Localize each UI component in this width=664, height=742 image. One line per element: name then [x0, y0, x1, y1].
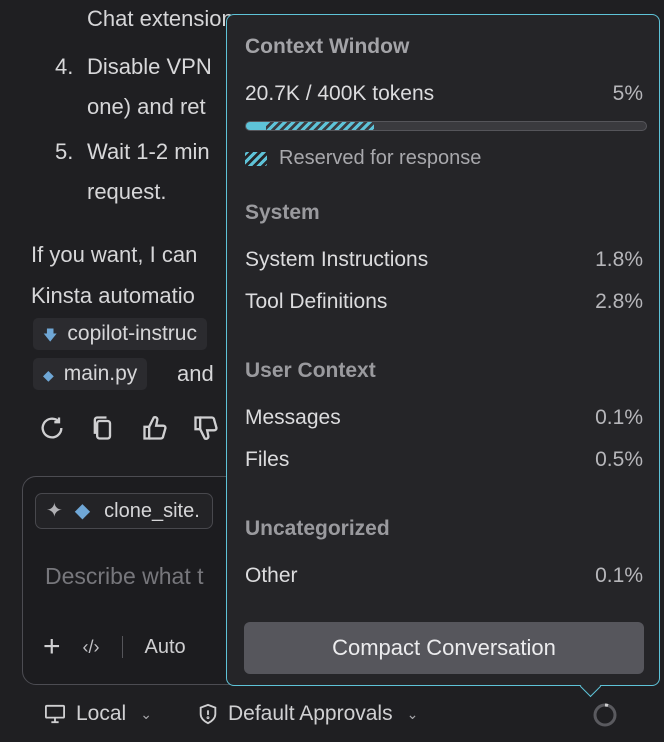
input-toolbar: + ‹/› Auto — [43, 627, 186, 667]
chevron-down-icon: ⌄ — [140, 705, 152, 722]
status-bar: Local ⌄ Default Approvals ⌄ — [0, 694, 664, 736]
code-icon[interactable]: ‹/› — [83, 637, 100, 658]
tokens-row: 20.7K / 400K tokens 5% — [245, 82, 643, 106]
usage-row-value: 0.1% — [595, 406, 643, 429]
pin-icon[interactable]: ✦ — [46, 500, 63, 522]
file-reference-label: main.py — [63, 362, 138, 385]
divider — [121, 636, 123, 658]
usage-row: Messages 0.1% — [245, 406, 643, 430]
file-reference-label: copilot-instruc — [67, 322, 197, 345]
usage-row: System Instructions 1.8% — [245, 248, 643, 272]
reserved-swatch — [245, 151, 267, 166]
usage-row: Files 0.5% — [245, 448, 643, 472]
mode-selector[interactable]: Auto — [145, 636, 186, 659]
paragraph-line: If you want, I can — [31, 242, 198, 267]
monitor-icon — [45, 704, 65, 724]
thumbs-down-icon[interactable] — [192, 414, 222, 444]
paragraph-line: Kinsta automatio — [31, 283, 195, 308]
usage-reserved-fill — [266, 122, 374, 130]
copy-icon[interactable] — [89, 414, 119, 444]
context-usage-bar — [245, 121, 647, 131]
list-item-5-line2: request. — [87, 179, 167, 204]
usage-row-label: Tool Definitions — [245, 290, 388, 313]
compact-conversation-button[interactable]: Compact Conversation — [244, 622, 644, 674]
usage-row-label: Other — [245, 564, 298, 587]
context-usage-ring-icon[interactable] — [592, 702, 618, 728]
section-title-uncategorized: Uncategorized — [245, 517, 390, 540]
usage-row-value: 0.1% — [595, 564, 643, 587]
chevron-down-icon: ⌄ — [406, 705, 419, 722]
thumbs-up-icon[interactable] — [141, 414, 171, 444]
usage-used-fill — [246, 122, 266, 130]
section-title-user-context: User Context — [245, 359, 376, 382]
add-icon[interactable]: + — [43, 630, 61, 664]
list-number: 4. — [55, 54, 74, 79]
reserved-label: Reserved for response — [279, 147, 482, 169]
attached-file-chip[interactable]: ✦ ◆ clone_site. — [35, 493, 213, 529]
usage-row-value: 0.5% — [595, 448, 643, 471]
list-item-3-tail: Chat extensions — [87, 6, 245, 31]
usage-row-label: Messages — [245, 406, 341, 429]
list-item-4: 4. Disable VPN — [55, 46, 212, 88]
download-icon: 🡇 — [43, 327, 58, 343]
list-number: 5. — [55, 139, 74, 164]
tokens-label: 20.7K / 400K tokens — [245, 82, 435, 105]
retry-icon[interactable] — [38, 414, 68, 444]
context-window-popup: Context Window 20.7K / 400K tokens 5% Re… — [226, 14, 660, 698]
usage-row-label: System Instructions — [245, 248, 429, 271]
tokens-percent: 5% — [612, 82, 643, 105]
list-item-5: 5. Wait 1-2 min — [55, 131, 210, 173]
python-file-icon: ◆ — [43, 367, 54, 383]
section-title-system: System — [245, 201, 320, 224]
usage-row-value: 1.8% — [595, 248, 643, 271]
paragraph-text: and — [177, 361, 214, 386]
list-text: Disable VPN — [87, 54, 212, 79]
list-item-4-line2: one) and ret — [87, 94, 206, 119]
local-label: Local — [76, 702, 127, 725]
usage-row: Tool Definitions 2.8% — [245, 290, 643, 314]
usage-row-label: Files — [245, 448, 290, 471]
usage-row: Other 0.1% — [245, 564, 643, 588]
file-reference-chip[interactable]: ◆ main.py — [33, 358, 148, 390]
approvals-label: Default Approvals — [228, 702, 393, 725]
chat-input-placeholder[interactable]: Describe what t — [45, 563, 204, 590]
reserved-legend: Reserved for response — [245, 147, 481, 170]
attached-file-name: clone_site. — [104, 500, 200, 522]
popup-title: Context Window — [245, 35, 410, 58]
list-text: Wait 1-2 min — [87, 139, 210, 164]
usage-row-value: 2.8% — [595, 290, 643, 313]
approvals-selector[interactable]: Default Approvals ⌄ — [198, 702, 418, 726]
shield-icon — [199, 703, 217, 725]
local-selector[interactable]: Local ⌄ — [44, 702, 152, 726]
python-file-icon: ◆ — [74, 500, 91, 522]
file-reference-chip[interactable]: 🡇 copilot-instruc — [33, 318, 207, 350]
